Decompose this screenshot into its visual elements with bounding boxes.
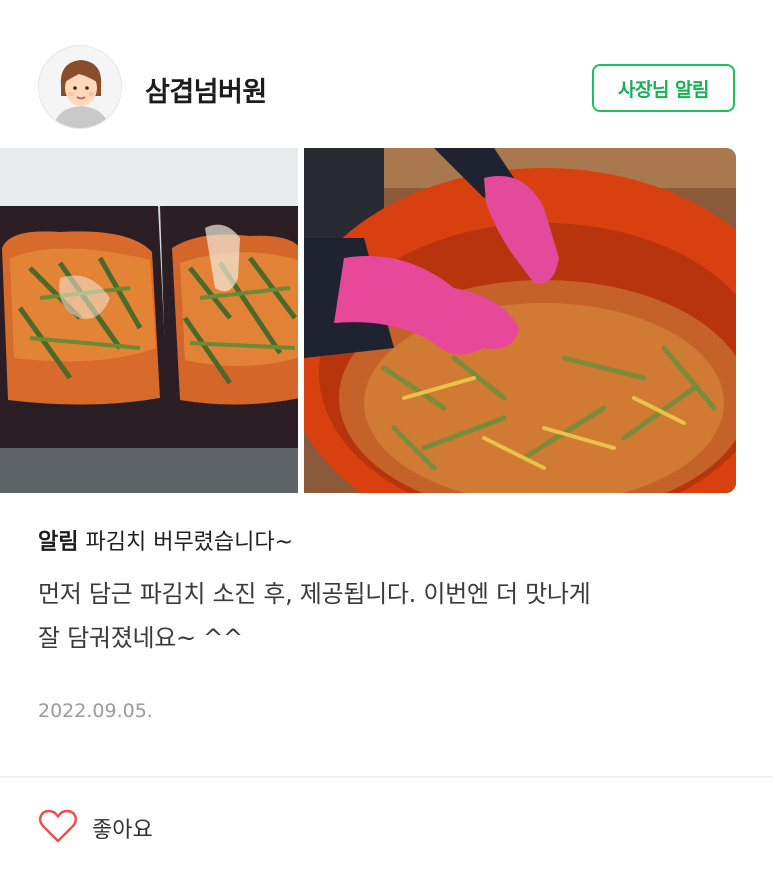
author-name[interactable]: 삼겹넘버원 (145, 70, 267, 109)
mixing-kimchi-photo[interactable] (304, 148, 736, 493)
notice-tag: 알림 (38, 530, 79, 555)
post-photos[interactable] (0, 148, 773, 493)
post-body: 먼저 담근 파김치 소진 후, 제공됩니다. 이번엔 더 맛나게 잘 담궈졌네요… (38, 572, 738, 660)
like-label: 좋아요 (92, 818, 153, 843)
owner-notice-badge: 사장님 알림 (592, 64, 735, 112)
post-title: 파김치 버무렸습니다~ (85, 530, 294, 555)
post-body-line: 잘 담궈졌네요~ ^^ (38, 624, 243, 652)
post-content: 알림 파김치 버무렸습니다~ 먼저 담근 파김치 소진 후, 제공됩니다. 이번… (38, 526, 738, 660)
post-title-line: 알림 파김치 버무렸습니다~ (38, 526, 738, 560)
post-header: 삼겹넘버원 사장님 알림 (0, 0, 773, 148)
post-body-line: 먼저 담근 파김치 소진 후, 제공됩니다. 이번엔 더 맛나게 (38, 580, 591, 608)
kimchi-containers-photo[interactable] (0, 148, 298, 493)
heart-outline-icon (38, 808, 78, 848)
post-date: 2022.09.05. (38, 700, 153, 722)
author-avatar[interactable] (38, 45, 122, 129)
like-button[interactable]: 좋아요 (38, 806, 153, 850)
divider (0, 776, 773, 778)
